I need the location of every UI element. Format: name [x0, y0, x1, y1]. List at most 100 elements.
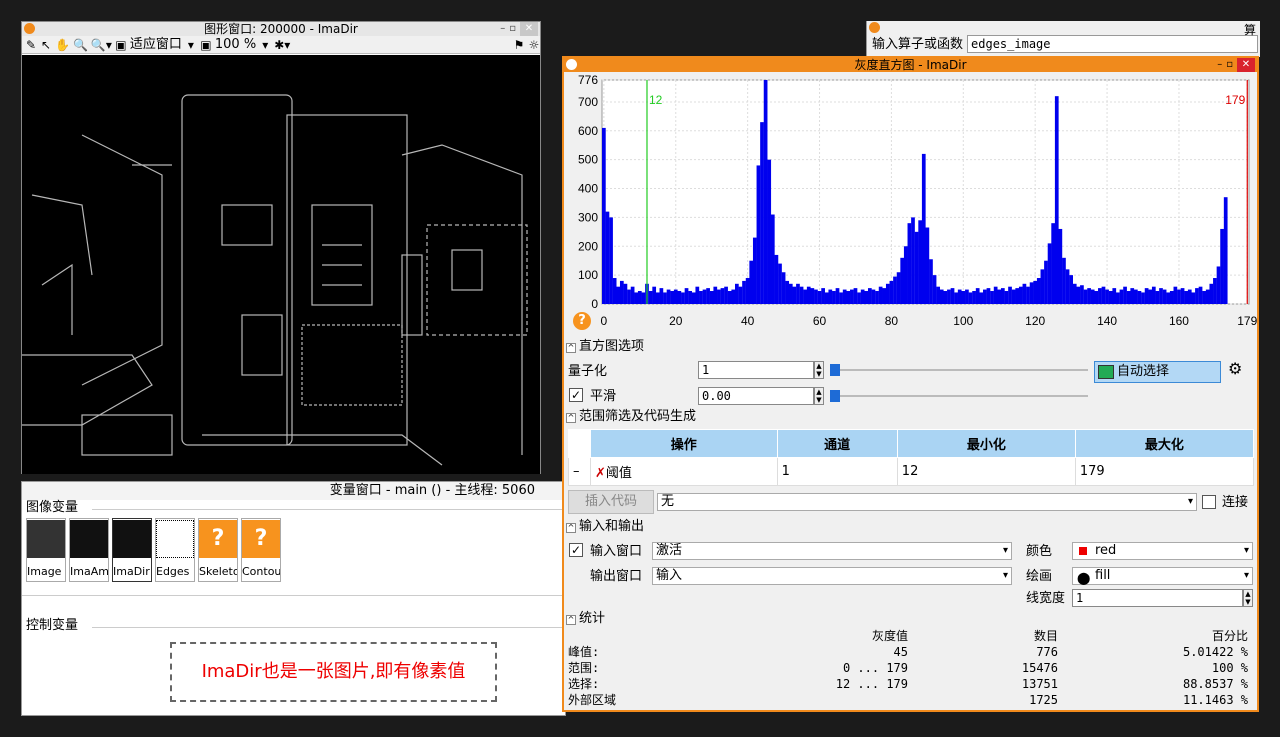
settings-icon[interactable]: ⚙: [1228, 361, 1242, 377]
histogram-bar: [731, 289, 736, 304]
image-thumb[interactable]: Image: [26, 518, 66, 582]
histogram-bar: [699, 291, 703, 304]
table-row[interactable]: – ✗阈值 1 12 179: [568, 457, 1255, 486]
histogram-bar: [1144, 288, 1149, 304]
linewidth-spinner[interactable]: ▲ ▼: [1243, 589, 1253, 607]
histogram-bar: [885, 283, 890, 304]
zoom-menu-icon[interactable]: 🔍▾: [91, 36, 112, 54]
histogram-bar: [882, 288, 887, 304]
chevron-down-icon[interactable]: ▾: [185, 36, 197, 54]
image-thumb[interactable]: Edges: [155, 518, 195, 582]
histogram-bar: [648, 291, 653, 304]
histogram-chart[interactable]: 0 100 200 300 400 500 600 700 776 0 20 40 60 80 100 120…: [564, 72, 1257, 332]
image-thumb[interactable]: ? Contours: [241, 518, 281, 582]
histogram-bar: [817, 291, 822, 304]
max-cell[interactable]: 179: [1074, 457, 1255, 486]
row-handle[interactable]: –: [568, 457, 591, 486]
image-thumb[interactable]: ImaDir: [112, 518, 152, 582]
input-window-combo[interactable]: 激活: [652, 542, 1012, 560]
zoom-level-select[interactable]: 100 %: [215, 36, 256, 54]
stats-cell: 45: [893, 645, 908, 659]
minimize-icon[interactable]: –: [500, 23, 509, 34]
chevron-down-icon[interactable]: ▾: [259, 36, 271, 54]
stats-section[interactable]: ^ 统计: [566, 611, 1256, 627]
linewidth-input[interactable]: 1: [1072, 589, 1243, 607]
variable-window-title[interactable]: 变量窗口 - main () - 主线程: 5060: [22, 482, 565, 500]
stats-cell: 776: [1036, 645, 1058, 659]
pointer-icon[interactable]: ↖: [40, 36, 52, 54]
flag-icon[interactable]: ⚑: [513, 36, 525, 54]
image-thumb[interactable]: ImaAm: [69, 518, 109, 582]
draw-value: fill: [1095, 568, 1111, 583]
output-window-combo[interactable]: 输入: [652, 567, 1012, 585]
close-icon[interactable]: ✕: [1237, 58, 1255, 72]
color-tools-icon[interactable]: ✱▾: [274, 36, 290, 54]
histogram-bar: [918, 220, 923, 304]
collapse-icon[interactable]: ^: [566, 523, 576, 533]
table-header: 操作 通道 最小化 最大化: [568, 429, 1255, 458]
graphics-window-titlebar[interactable]: 图形窗口: 200000 - ImaDir –▫ ✕: [22, 22, 540, 36]
linewidth-label: 线宽度: [1026, 591, 1066, 606]
edge-image-canvas[interactable]: [22, 55, 540, 474]
io-section[interactable]: ^ 输入和输出: [566, 519, 1256, 535]
maximize-icon[interactable]: ▫: [509, 23, 520, 34]
histogram-bar: [1040, 269, 1045, 304]
auto-icon: [1098, 365, 1114, 379]
pencil-icon[interactable]: ✎: [25, 36, 37, 54]
quantize-input[interactable]: 1: [698, 361, 814, 379]
maximize-icon[interactable]: ▫: [1226, 59, 1237, 70]
close-icon[interactable]: ✕: [520, 22, 538, 36]
histogram-bar: [997, 289, 1002, 304]
histogram-bar: [893, 276, 897, 304]
input-window-checkbox[interactable]: ✓: [569, 543, 583, 557]
collapse-icon[interactable]: ^: [566, 343, 576, 353]
smooth-slider-handle[interactable]: [830, 390, 840, 402]
auto-select-button[interactable]: 自动选择: [1094, 361, 1221, 383]
range-section[interactable]: ^ 范围筛选及代码生成: [566, 409, 1256, 425]
histogram-bar: [1119, 289, 1124, 304]
histogram-bar: [1108, 291, 1113, 304]
smooth-slider[interactable]: [830, 395, 1088, 397]
histogram-window-titlebar[interactable]: 灰度直方图 - ImaDir –▫ ✕: [564, 58, 1257, 72]
quantize-slider[interactable]: [830, 369, 1088, 371]
light-icon[interactable]: ☼: [528, 36, 540, 54]
operator-input[interactable]: edges_image: [967, 35, 1258, 53]
histogram-bar: [1098, 288, 1102, 304]
histogram-bar: [774, 254, 779, 304]
histogram-bar: [630, 286, 635, 304]
connect-checkbox[interactable]: [1202, 495, 1216, 509]
fit-window-button[interactable]: 适应窗口: [130, 36, 182, 54]
quantize-spinner[interactable]: ▲ ▼: [814, 361, 824, 379]
help-icon[interactable]: ?: [573, 312, 591, 330]
draw-combo[interactable]: ⬤ fill: [1072, 567, 1253, 585]
image-thumb[interactable]: ? Skeleton: [198, 518, 238, 582]
histogram-bar: [742, 280, 746, 304]
histogram-bar: [950, 288, 955, 304]
insert-code-combo[interactable]: 无: [657, 493, 1197, 511]
histogram-options-section[interactable]: ^ 直方图选项: [566, 339, 1256, 355]
hand-icon[interactable]: ✋: [55, 36, 70, 54]
histogram-bar: [993, 286, 998, 304]
fit-window-icon[interactable]: ▣: [115, 36, 127, 54]
smooth-spinner[interactable]: ▲ ▼: [814, 387, 824, 405]
histogram-bar: [921, 153, 926, 304]
quantize-slider-handle[interactable]: [830, 364, 840, 376]
min-cell[interactable]: 12: [896, 457, 1076, 486]
y-tick-label: 600: [578, 124, 598, 138]
histogram-bar: [871, 289, 876, 304]
smooth-input[interactable]: 0.00: [698, 387, 814, 405]
zoom-icon[interactable]: 🔍: [73, 36, 88, 54]
color-combo[interactable]: red: [1072, 542, 1253, 560]
minimize-icon[interactable]: –: [1217, 59, 1226, 70]
insert-code-button[interactable]: 插入代码: [568, 490, 654, 514]
y-tick-label: 300: [578, 210, 598, 224]
smooth-checkbox[interactable]: ✓: [569, 388, 583, 402]
channel-cell[interactable]: 1: [776, 457, 898, 486]
histogram-bar: [943, 291, 948, 304]
histogram-bar: [677, 291, 682, 304]
operator-window-titlebar[interactable]: 算: [867, 21, 1260, 37]
collapse-icon[interactable]: ^: [566, 615, 576, 625]
threshold-op-cell[interactable]: ✗阈值: [590, 457, 778, 486]
histogram-bar: [925, 227, 930, 304]
collapse-icon[interactable]: ^: [566, 413, 576, 423]
